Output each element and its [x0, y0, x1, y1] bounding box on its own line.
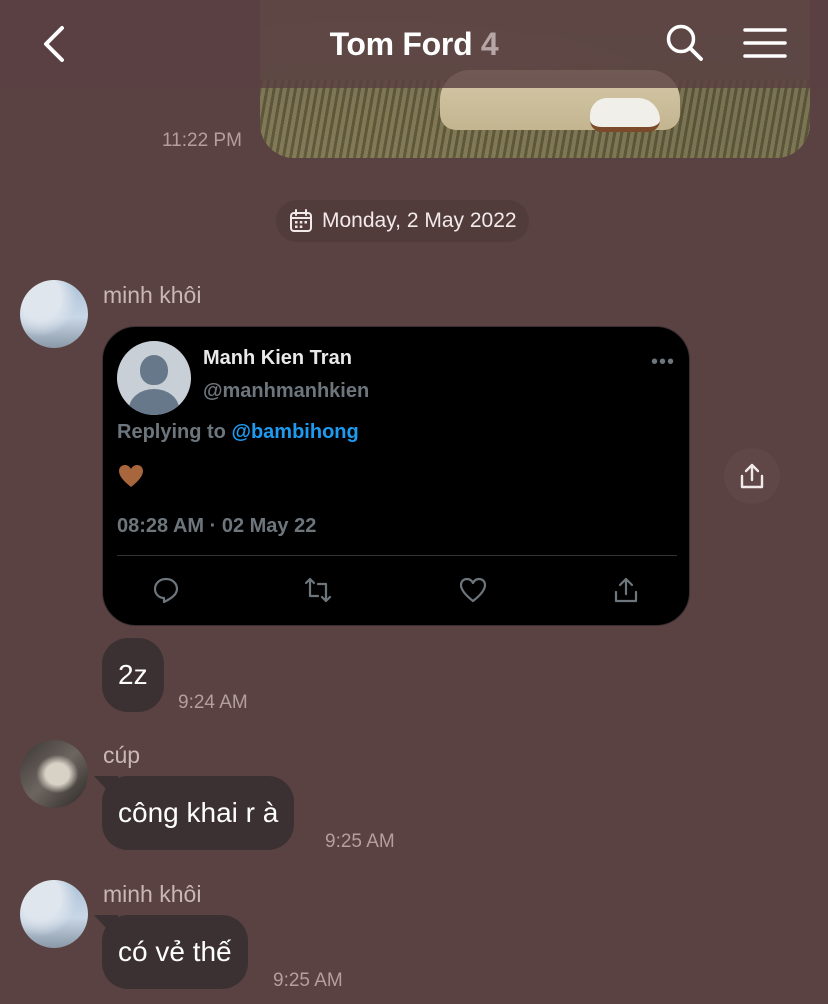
avatar[interactable] [20, 740, 88, 808]
tweet-avatar [117, 341, 191, 415]
search-button[interactable] [664, 22, 706, 64]
search-icon [666, 24, 703, 61]
hamburger-menu-icon [743, 28, 787, 58]
tweet-timestamp: 08:28 AM · 02 May 22 [117, 515, 317, 537]
message-time: 9:25 AM [325, 831, 395, 852]
tweet-card[interactable]: Manh Kien Tran @manhmanhkien ••• Replyin… [102, 326, 690, 626]
share-icon[interactable] [611, 575, 641, 605]
message-text: có vẻ thế [118, 936, 232, 967]
member-count: 4 [480, 26, 499, 62]
tweet-author-name: Manh Kien Tran [203, 347, 352, 369]
date-separator: Monday, 2 May 2022 [276, 200, 529, 242]
tweet-replying-to: Replying to @bambihong [117, 421, 359, 444]
mention-link[interactable]: @bambihong [231, 421, 358, 443]
message-time: 9:25 AM [273, 970, 343, 991]
avatar[interactable] [20, 880, 88, 948]
like-icon[interactable] [458, 575, 488, 605]
message-text: công khai r à [118, 797, 279, 828]
calendar-icon [290, 209, 312, 232]
menu-button[interactable] [742, 24, 788, 62]
more-options-icon[interactable]: ••• [651, 351, 675, 374]
message-time: 9:24 AM [178, 692, 248, 713]
sender-name: minh khôi [103, 282, 202, 308]
reply-icon[interactable] [151, 575, 181, 605]
tweet-author-handle: @manhmanhkien [203, 380, 370, 402]
share-icon [740, 463, 764, 489]
avatar[interactable] [20, 280, 88, 348]
date-label: Monday, 2 May 2022 [322, 209, 517, 232]
sender-name: minh khôi [103, 881, 202, 907]
retweet-icon[interactable] [303, 575, 333, 605]
brown-heart-icon [119, 465, 143, 487]
divider [117, 555, 677, 556]
message-bubble[interactable]: có vẻ thế [102, 915, 248, 989]
replying-prefix: Replying to [117, 421, 226, 443]
message-bubble[interactable]: công khai r à [102, 776, 295, 850]
forward-button[interactable] [724, 448, 780, 504]
sender-name: cúp [103, 742, 141, 768]
message-bubble[interactable]: 2z [102, 638, 164, 712]
chat-title-text: Tom Ford [329, 26, 473, 62]
message-time: 11:22 PM [162, 130, 242, 151]
message-text: 2z [118, 659, 148, 690]
